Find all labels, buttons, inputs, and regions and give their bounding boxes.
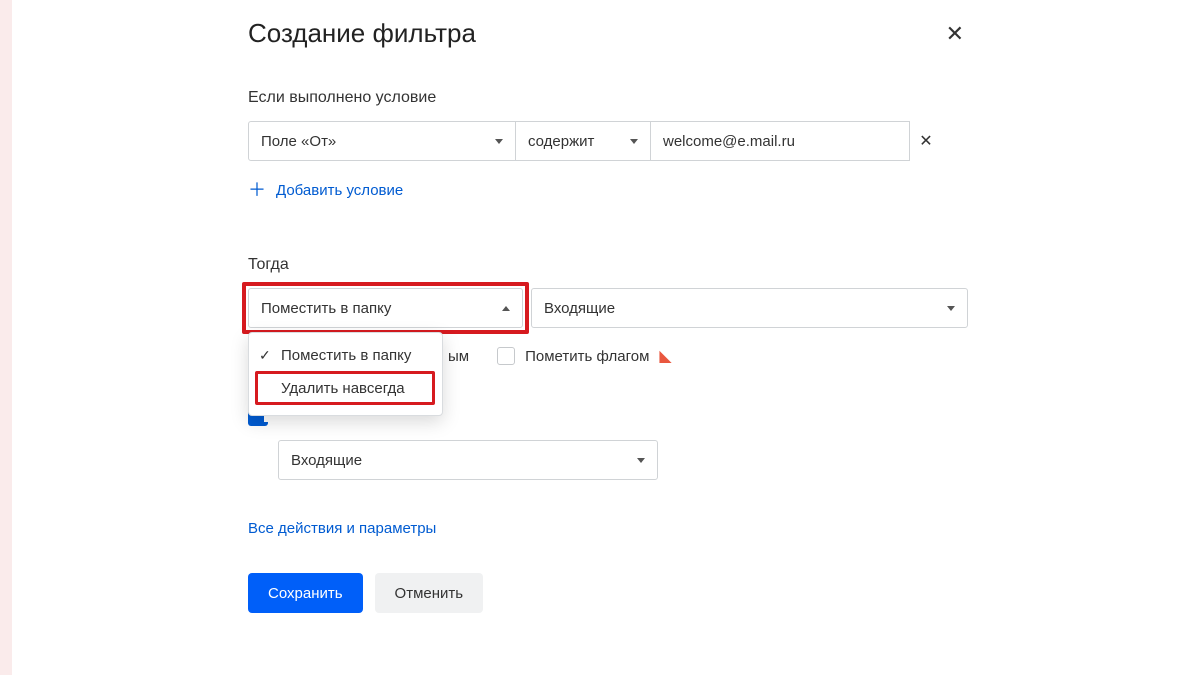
dropdown-option-label: Удалить навсегда — [281, 380, 405, 397]
sub-folder-row: Входящие — [278, 440, 658, 480]
sub-folder-value: Входящие — [291, 452, 362, 469]
condition-value-input[interactable]: welcome@e.mail.ru — [651, 121, 910, 161]
then-section-label: Тогда — [248, 256, 968, 274]
sub-folder-select[interactable]: Входящие — [278, 440, 658, 480]
plus-icon: ＋ — [248, 181, 266, 199]
all-actions-link[interactable]: Все действия и параметры — [248, 520, 436, 537]
obscured-options-row: ым Пометить флагом ◣ — [448, 346, 672, 366]
dialog-footer: Сохранить Отменить — [248, 573, 968, 613]
flag-label: Пометить флагом — [525, 348, 649, 365]
flag-checkbox[interactable] — [497, 347, 515, 365]
action-row: Поместить в папку ✓ Поместить в папку Уд… — [248, 288, 968, 328]
condition-operator-select[interactable]: содержит — [516, 121, 651, 161]
condition-operator-value: содержит — [528, 133, 594, 150]
add-condition-label: Добавить условие — [276, 182, 403, 199]
save-button[interactable]: Сохранить — [248, 573, 363, 613]
dropdown-option-move-to-folder[interactable]: ✓ Поместить в папку — [249, 339, 442, 372]
cancel-button[interactable]: Отменить — [375, 573, 484, 613]
dialog-title: Создание фильтра — [248, 18, 476, 49]
target-folder-wrapper: Входящие — [531, 288, 968, 328]
action-select-wrapper: Поместить в папку ✓ Поместить в папку Уд… — [248, 288, 523, 328]
chevron-up-icon — [502, 306, 510, 311]
chevron-down-icon — [630, 139, 638, 144]
partial-hidden-text: ым — [448, 348, 469, 365]
dropdown-option-label: Поместить в папку — [281, 347, 411, 364]
action-select[interactable]: Поместить в папку — [248, 288, 523, 328]
remove-condition-icon[interactable]: ✕ — [910, 121, 942, 161]
chevron-down-icon — [495, 139, 503, 144]
target-folder-select[interactable]: Входящие — [531, 288, 968, 328]
condition-row: Поле «От» содержит welcome@e.mail.ru ✕ — [248, 121, 968, 161]
check-icon: ✓ — [259, 347, 273, 364]
condition-field-select[interactable]: Поле «От» — [248, 121, 516, 161]
create-filter-dialog: Создание фильтра ✕ Если выполнено услови… — [248, 0, 968, 613]
chevron-down-icon — [637, 458, 645, 463]
condition-section-label: Если выполнено условие — [248, 89, 968, 107]
dialog-header: Создание фильтра ✕ — [248, 0, 968, 49]
action-dropdown: ✓ Поместить в папку Удалить навсегда — [248, 332, 443, 416]
flag-icon: ◣ — [659, 346, 671, 366]
left-accent-stripe — [0, 0, 12, 675]
target-folder-value: Входящие — [544, 300, 615, 317]
close-icon[interactable]: ✕ — [942, 19, 968, 49]
action-select-value: Поместить в папку — [261, 300, 391, 317]
condition-value-text: welcome@e.mail.ru — [663, 133, 795, 150]
condition-field-value: Поле «От» — [261, 133, 336, 150]
add-condition-button[interactable]: ＋ Добавить условие — [248, 181, 403, 199]
dropdown-option-delete-forever[interactable]: Удалить навсегда — [249, 372, 442, 405]
chevron-down-icon — [947, 306, 955, 311]
